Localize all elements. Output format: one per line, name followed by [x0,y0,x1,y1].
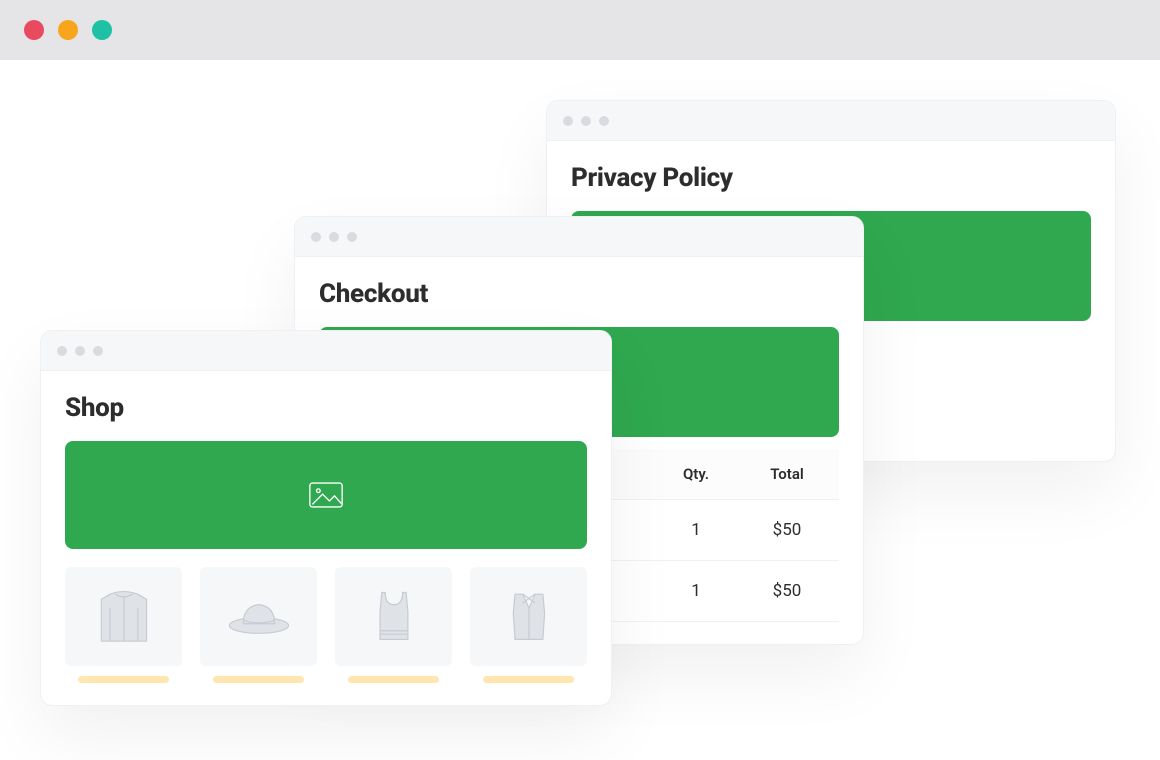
chrome-dot [599,116,609,126]
product-row [65,567,587,683]
chrome-dot [581,116,591,126]
cell-total: $50 [735,561,839,622]
chrome-dot [311,232,321,242]
window-shop: Shop [40,330,612,706]
col-header-total: Total [735,449,839,500]
cell-qty: 1 [657,561,735,622]
vest-icon [488,582,570,652]
traffic-light-minimize[interactable] [58,20,78,40]
price-placeholder [213,676,304,683]
price-placeholder [78,676,169,683]
window-chrome [41,331,611,371]
page-title: Privacy Policy [571,163,1091,193]
price-placeholder [348,676,439,683]
page-title: Shop [65,393,587,423]
product-thumb [470,567,587,666]
product-thumb [335,567,452,666]
traffic-light-zoom[interactable] [92,20,112,40]
page-title: Checkout [319,279,839,309]
cell-qty: 1 [657,500,735,561]
chrome-dot [329,232,339,242]
os-title-bar [0,0,1160,60]
product-card[interactable] [470,567,587,683]
shop-hero [65,441,587,549]
chrome-dot [57,346,67,356]
price-placeholder [483,676,574,683]
chrome-dot [347,232,357,242]
product-thumb [65,567,182,666]
jacket-icon [83,582,165,652]
product-card[interactable] [335,567,452,683]
hat-icon [218,582,300,652]
cell-total: $50 [735,500,839,561]
col-header-qty: Qty. [657,449,735,500]
chrome-dot [563,116,573,126]
window-chrome [295,217,863,257]
tanktop-icon [353,582,435,652]
chrome-dot [75,346,85,356]
product-card[interactable] [65,567,182,683]
traffic-light-close[interactable] [24,20,44,40]
chrome-dot [93,346,103,356]
product-card[interactable] [200,567,317,683]
image-icon [309,482,343,508]
window-chrome [547,101,1115,141]
product-thumb [200,567,317,666]
